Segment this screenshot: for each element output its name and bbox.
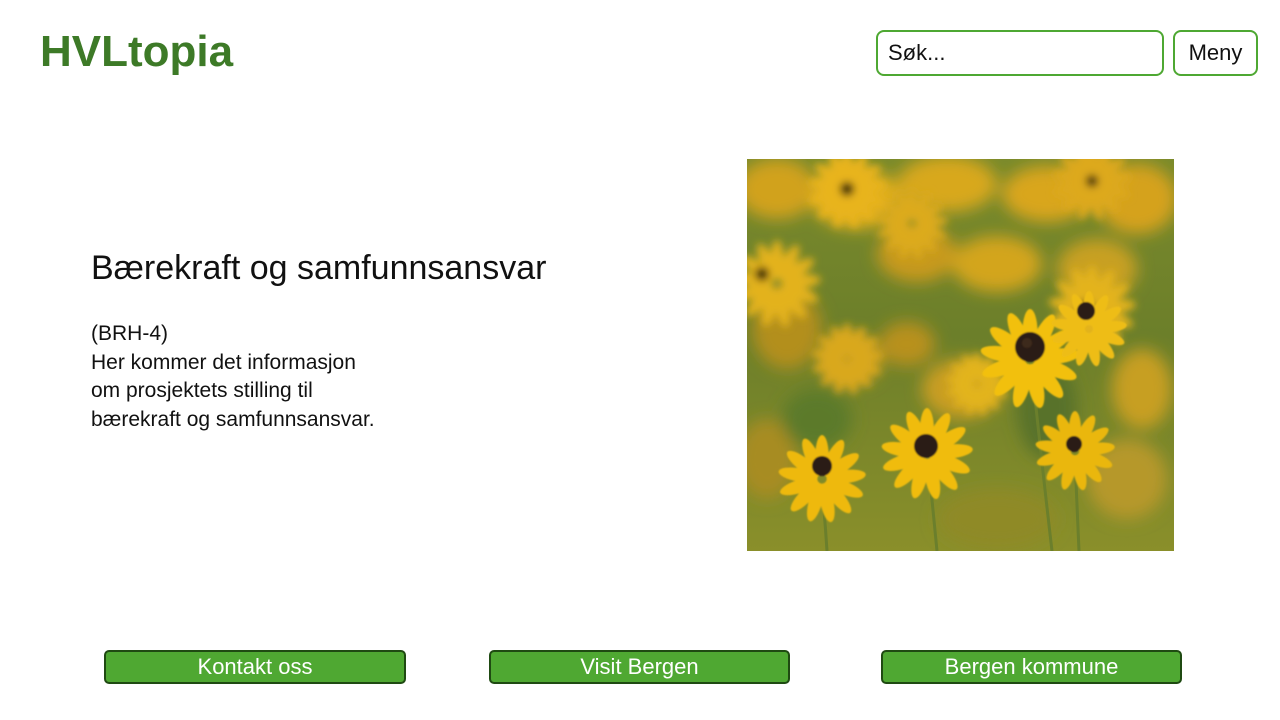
visit-bergen-button[interactable]: Visit Bergen <box>489 650 790 684</box>
menu-button[interactable]: Meny <box>1173 30 1258 76</box>
bergen-kommune-button[interactable]: Bergen kommune <box>881 650 1182 684</box>
site-logo[interactable]: HVLtopia <box>40 24 233 80</box>
contact-button[interactable]: Kontakt oss <box>104 650 406 684</box>
search-input[interactable] <box>876 30 1164 76</box>
description-text: (BRH-4) Her kommer det informasjon om pr… <box>91 320 375 434</box>
description-line: (BRH-4) <box>91 322 168 345</box>
page-title: Bærekraft og samfunnsansvar <box>91 249 547 287</box>
description-line: bærekraft og samfunnsansvar. <box>91 407 375 431</box>
description-line: Her kommer det informasjon <box>91 350 356 374</box>
flower-photo-graphic <box>747 159 1174 551</box>
description-line: om prosjektets stilling til <box>91 379 313 402</box>
page: HVLtopia Meny Bærekraft og samfunnsansva… <box>0 0 1280 720</box>
flower-photo <box>747 159 1174 551</box>
